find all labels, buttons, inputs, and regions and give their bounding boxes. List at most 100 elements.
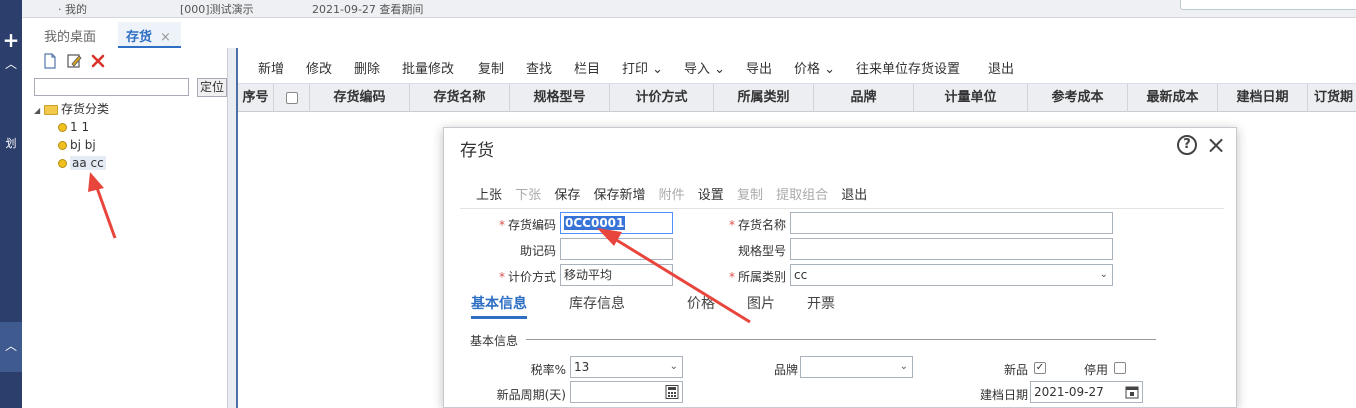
panel-splitter[interactable] [228, 48, 238, 408]
save-and-new-button[interactable]: 保存新增 [593, 188, 645, 203]
calendar-icon[interactable] [1125, 385, 1139, 399]
col-unit[interactable]: 计量单位 [914, 84, 1028, 112]
chevron-up-icon[interactable]: ︿ [0, 337, 22, 354]
tree-item-selected[interactable]: aa cc [34, 154, 109, 172]
import-menu[interactable]: 导入 ⌄ [684, 58, 725, 77]
close-tab-icon[interactable]: × [160, 30, 171, 45]
price-menu[interactable]: 价格 ⌄ [794, 58, 835, 77]
tree-root-label: 存货分类 [61, 102, 110, 116]
chevron-down-icon: ⌄ [710, 62, 726, 77]
col-order-period[interactable]: 订货期 [1308, 84, 1356, 112]
new-button[interactable]: 新增 [258, 58, 284, 77]
category-value: cc [794, 268, 808, 282]
tree-item[interactable]: bj bj [34, 136, 109, 154]
select-all-checkbox[interactable] [285, 91, 298, 104]
spec-input[interactable] [790, 238, 1113, 260]
chevron-down-icon: ⌄ [820, 62, 836, 77]
col-seq[interactable]: 序号 [238, 84, 274, 112]
col-code[interactable]: 存货编码 [310, 84, 410, 112]
tab-invoice[interactable]: 开票 [807, 293, 835, 313]
extract-combo-button[interactable]: 提取组合 [776, 188, 828, 203]
grid-header: 序号 存货编码 存货名称 规格型号 计价方式 所属类别 品牌 计量单位 参考成本… [238, 84, 1356, 112]
tree-item[interactable]: 1 1 [34, 118, 109, 136]
print-menu[interactable]: 打印 ⌄ [622, 58, 663, 77]
nav-item-label[interactable]: 划 [0, 135, 22, 151]
edit-icon[interactable] [66, 53, 82, 69]
exit-button[interactable]: 退出 [841, 188, 867, 203]
tax-select[interactable]: 13 ⌄ [570, 356, 683, 378]
created-date-value: 2021-09-27 [1034, 385, 1104, 399]
col-category[interactable]: 所属类别 [714, 84, 814, 112]
chevron-up-icon[interactable]: ︿ [0, 55, 22, 72]
top-status-strip: · 我的 [000]测试演示 2021-09-27 查看期间 [22, 0, 1356, 18]
tab-inventory-label: 存货 [126, 30, 153, 45]
chevron-down-icon: ⌄ [899, 361, 908, 372]
period-label: 新品周期(天) [496, 388, 566, 402]
find-button[interactable]: 查找 [526, 58, 552, 77]
col-select-all[interactable] [274, 84, 310, 112]
created-date-input[interactable]: 2021-09-27 [1030, 381, 1143, 403]
section-divider [526, 339, 1156, 340]
code-label-text: 存货编码 [507, 218, 556, 232]
code-input[interactable]: 0CC0001 [560, 212, 673, 234]
col-spec[interactable]: 规格型号 [510, 84, 610, 112]
node-dot-icon [58, 123, 67, 132]
col-pricing[interactable]: 计价方式 [610, 84, 714, 112]
export-button[interactable]: 导出 [746, 58, 772, 77]
tab-desktop[interactable]: 我的桌面 [44, 26, 96, 45]
col-ref-cost[interactable]: 参考成本 [1028, 84, 1128, 112]
tree-search-input[interactable] [34, 78, 189, 96]
tab-inventory[interactable]: 存货 × [118, 22, 181, 48]
global-search-input[interactable] [1180, 0, 1356, 10]
new-product-checkbox[interactable]: ✓ [1034, 362, 1046, 374]
close-icon[interactable]: × [1206, 131, 1226, 159]
calculator-icon[interactable] [665, 385, 679, 399]
attachment-button[interactable]: 附件 [659, 188, 685, 203]
code-label: * 存货编码 [498, 218, 556, 232]
category-select[interactable]: cc ⌄ [790, 264, 1113, 286]
modify-button[interactable]: 修改 [306, 58, 332, 77]
dialog-tabs: 基本信息 库存信息 价格 图片 开票 [444, 293, 1238, 319]
col-latest-cost[interactable]: 最新成本 [1128, 84, 1218, 112]
new-document-icon[interactable] [42, 53, 58, 69]
section-title: 基本信息 [470, 334, 519, 348]
tree-item-label: aa cc [70, 156, 106, 170]
import-label: 导入 [684, 62, 711, 77]
partner-inventory-settings-button[interactable]: 往来单位存货设置 [856, 58, 960, 77]
delete-button[interactable]: 删除 [354, 58, 380, 77]
tab-basic-info[interactable]: 基本信息 [471, 293, 527, 319]
save-button[interactable]: 保存 [554, 188, 580, 203]
period-input[interactable] [570, 381, 683, 403]
name-input[interactable] [790, 212, 1113, 234]
mnemonic-input[interactable] [560, 238, 673, 260]
locate-button[interactable]: 定位 [197, 78, 227, 97]
tab-images[interactable]: 图片 [747, 293, 775, 313]
copy-button[interactable]: 复制 [737, 188, 763, 203]
col-name[interactable]: 存货名称 [410, 84, 510, 112]
delete-icon[interactable] [90, 53, 106, 69]
copy-button[interactable]: 复制 [478, 58, 504, 77]
add-icon[interactable]: + [0, 28, 22, 52]
print-label: 打印 [622, 62, 649, 77]
exit-button[interactable]: 退出 [988, 58, 1014, 77]
chevron-down-icon: ⌄ [669, 361, 678, 372]
tree-root[interactable]: ◢ 存货分类 [34, 100, 109, 118]
settings-button[interactable]: 设置 [698, 188, 724, 203]
pricing-value: 移动平均 [564, 268, 613, 282]
col-brand[interactable]: 品牌 [814, 84, 914, 112]
top-text-3: 2021-09-27 查看期间 [312, 3, 424, 16]
disabled-checkbox[interactable] [1114, 362, 1126, 374]
brand-select[interactable]: ⌄ [800, 356, 913, 378]
pricing-label-text: 计价方式 [507, 270, 556, 284]
help-icon[interactable]: ? [1177, 135, 1197, 155]
batch-modify-button[interactable]: 批量修改 [402, 58, 454, 77]
pricing-select[interactable]: 移动平均 [560, 264, 673, 286]
col-created-date[interactable]: 建档日期 [1218, 84, 1308, 112]
prev-record-button[interactable]: 上张 [476, 188, 502, 203]
columns-button[interactable]: 栏目 [574, 58, 600, 77]
price-label: 价格 [794, 62, 821, 77]
tab-price[interactable]: 价格 [687, 293, 715, 313]
tab-stock-info[interactable]: 库存信息 [569, 293, 625, 313]
tree-item-label: 1 1 [70, 120, 90, 134]
next-record-button[interactable]: 下张 [515, 188, 541, 203]
